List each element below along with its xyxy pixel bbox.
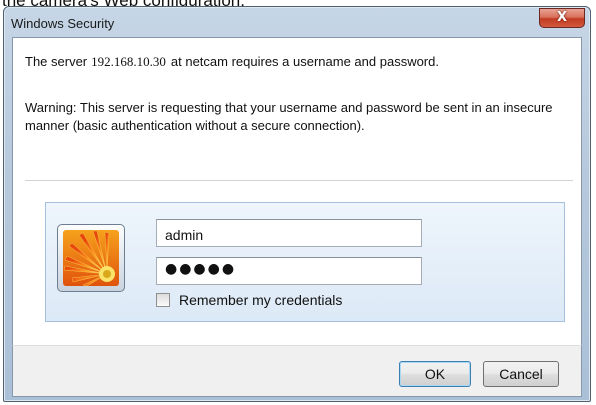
remember-checkbox[interactable] — [156, 293, 170, 307]
windows-security-dialog: Windows Security X The server 192.168.10.… — [3, 6, 591, 402]
close-icon: X — [556, 10, 568, 25]
flower-avatar-icon — [57, 224, 125, 292]
remember-label[interactable]: Remember my credentials — [179, 292, 342, 308]
server-message: The server 192.168.10.30 at netcam require… — [25, 54, 439, 70]
remember-credentials-option[interactable]: Remember my credentials — [156, 291, 342, 309]
close-button[interactable]: X — [539, 8, 585, 28]
divider — [25, 180, 573, 181]
username-field[interactable] — [156, 219, 422, 247]
password-field[interactable]: ●●●●● — [156, 257, 422, 285]
message-prefix: The server — [25, 54, 88, 69]
server-address: 192.168.10.30 — [91, 54, 166, 69]
credential-tile: ●●●●● Remember my credentials — [45, 202, 565, 322]
message-suffix: at netcam requires a username and passwo… — [170, 54, 439, 69]
dialog-content: The server 192.168.10.30 at netcam require… — [12, 37, 582, 345]
button-bar: OK Cancel — [12, 345, 582, 397]
title-bar[interactable]: Windows Security X — [4, 7, 590, 37]
ok-button[interactable]: OK — [399, 361, 471, 387]
window-title: Windows Security — [11, 16, 115, 31]
cancel-button[interactable]: Cancel — [483, 361, 559, 387]
security-warning: Warning: This server is requesting that … — [25, 100, 553, 133]
